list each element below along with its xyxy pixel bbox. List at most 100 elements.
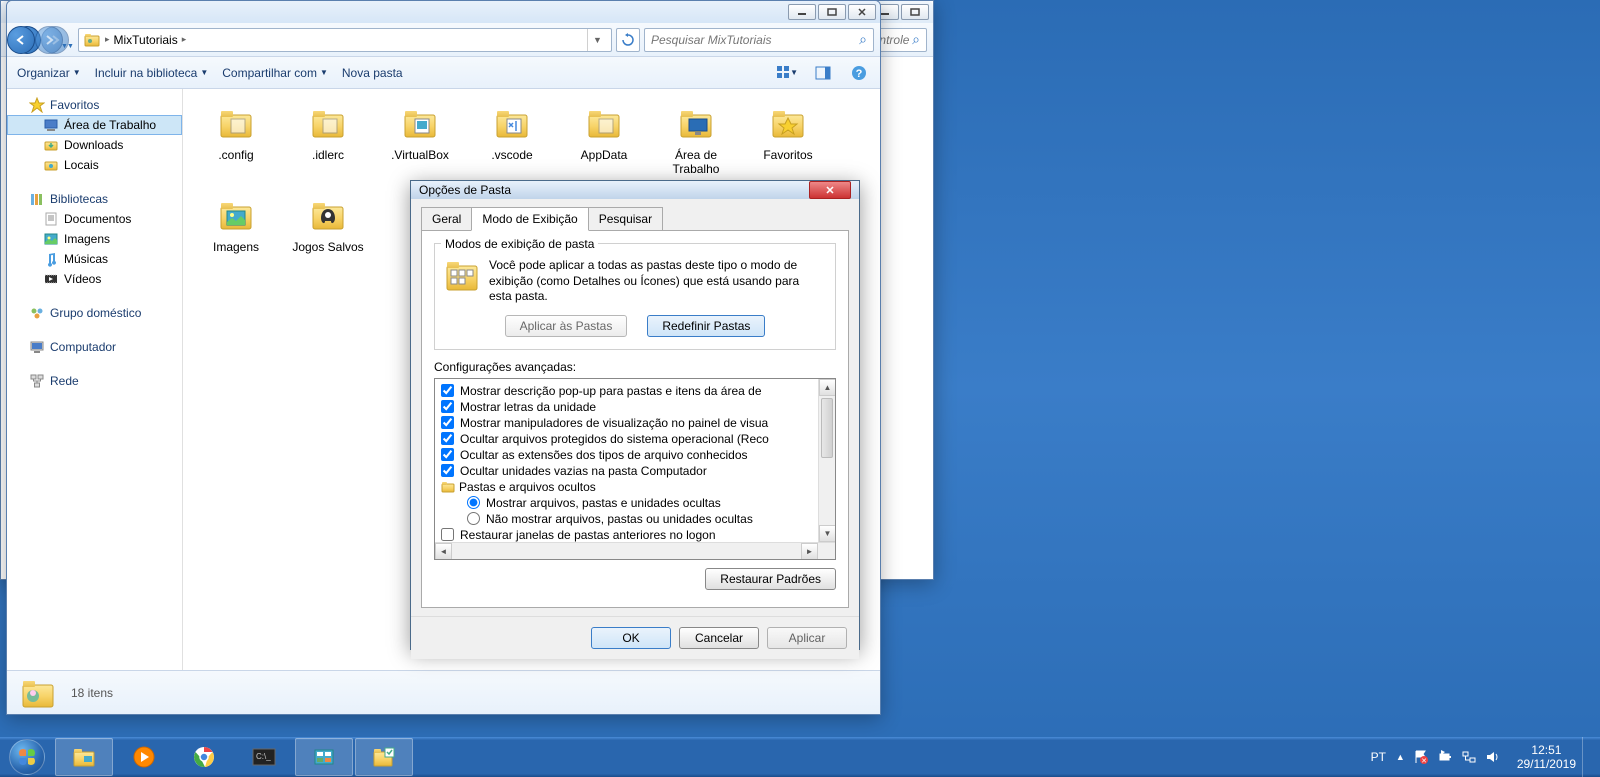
- advanced-setting-item[interactable]: Mostrar manipuladores de visualização no…: [441, 415, 829, 431]
- tab-panel: Modos de exibição de pasta Você pode apl…: [421, 230, 849, 608]
- file-item[interactable]: Imagens: [193, 191, 279, 277]
- file-item[interactable]: Jogos Salvos: [285, 191, 371, 277]
- sidebar-homegroup[interactable]: Grupo doméstico: [7, 303, 182, 323]
- organize-menu[interactable]: Organizar▼: [17, 66, 81, 80]
- refresh-button[interactable]: [616, 28, 640, 52]
- taskbar-folderoptions[interactable]: [355, 738, 413, 776]
- sidebar-network[interactable]: Rede: [7, 371, 182, 391]
- tab-pesquisar[interactable]: Pesquisar: [588, 207, 663, 230]
- cp-forward-button[interactable]: [35, 26, 63, 54]
- tray-arrow[interactable]: ▲: [1396, 752, 1405, 762]
- advanced-setting-item[interactable]: Não mostrar arquivos, pastas ou unidades…: [441, 511, 829, 527]
- setting-checkbox[interactable]: [441, 528, 454, 541]
- file-label: Favoritos: [763, 148, 812, 162]
- sidebar-item-desktop[interactable]: Área de Trabalho: [7, 115, 182, 135]
- setting-checkbox[interactable]: [441, 400, 454, 413]
- advanced-setting-item[interactable]: Mostrar descrição pop-up para pastas e i…: [441, 383, 829, 399]
- search-box[interactable]: ⌕: [644, 28, 874, 52]
- scroll-right-button[interactable]: ►: [801, 543, 818, 560]
- flag-icon[interactable]: ✕: [1413, 749, 1429, 765]
- network-icon[interactable]: [1461, 749, 1477, 765]
- sidebar-libraries-header[interactable]: Bibliotecas: [7, 189, 182, 209]
- advanced-setting-item[interactable]: Ocultar as extensões dos tipos de arquiv…: [441, 447, 829, 463]
- scroll-left-button[interactable]: ◄: [435, 543, 452, 560]
- search-input[interactable]: [651, 33, 859, 47]
- taskbar-chrome[interactable]: [175, 738, 233, 776]
- sidebar-item-documents[interactable]: Documentos: [7, 209, 182, 229]
- share-menu[interactable]: Compartilhar com▼: [222, 66, 328, 80]
- horizontal-scrollbar[interactable]: ◄ ►: [435, 542, 835, 559]
- tab-modo-exibicao[interactable]: Modo de Exibição: [471, 207, 588, 231]
- file-item[interactable]: .config: [193, 99, 279, 185]
- sidebar-item-downloads[interactable]: Downloads: [7, 135, 182, 155]
- setting-checkbox[interactable]: [441, 384, 454, 397]
- restore-defaults-button[interactable]: Restaurar Padrões: [705, 568, 836, 590]
- clock[interactable]: 12:51 29/11/2019: [1511, 743, 1582, 772]
- file-item[interactable]: .VirtualBox: [377, 99, 463, 185]
- advanced-setting-item[interactable]: Mostrar arquivos, pastas e unidades ocul…: [441, 495, 829, 511]
- show-desktop-button[interactable]: [1582, 737, 1594, 777]
- reset-folders-button[interactable]: Redefinir Pastas: [647, 315, 765, 337]
- sidebar-computer[interactable]: Computador: [7, 337, 182, 357]
- vertical-scrollbar[interactable]: ▲ ▼: [818, 379, 835, 542]
- file-item[interactable]: Favoritos: [745, 99, 831, 185]
- minimize-button[interactable]: [788, 4, 816, 20]
- file-item[interactable]: .vscode: [469, 99, 555, 185]
- ok-button[interactable]: OK: [591, 627, 671, 649]
- close-button[interactable]: [848, 4, 876, 20]
- power-icon[interactable]: [1437, 749, 1453, 765]
- dialog-titlebar: Opções de Pasta ✕: [411, 181, 859, 199]
- file-item[interactable]: Área de Trabalho: [653, 99, 739, 185]
- sidebar-item-music[interactable]: Músicas: [7, 249, 182, 269]
- advanced-setting-item[interactable]: Mostrar letras da unidade: [441, 399, 829, 415]
- advanced-setting-item[interactable]: Ocultar arquivos protegidos do sistema o…: [441, 431, 829, 447]
- volume-icon[interactable]: [1485, 749, 1501, 765]
- breadcrumb-folder[interactable]: MixTutoriais: [113, 33, 177, 47]
- taskbar-controlpanel[interactable]: [295, 738, 353, 776]
- maximize-button[interactable]: [818, 4, 846, 20]
- setting-checkbox[interactable]: [441, 432, 454, 445]
- cancel-button[interactable]: Cancelar: [679, 627, 759, 649]
- help-button[interactable]: ?: [848, 62, 870, 84]
- file-item[interactable]: AppData: [561, 99, 647, 185]
- advanced-setting-item[interactable]: Pastas e arquivos ocultos: [441, 479, 829, 495]
- sidebar-item-videos[interactable]: Vídeos: [7, 269, 182, 289]
- setting-radio[interactable]: [467, 496, 480, 509]
- scroll-down-button[interactable]: ▼: [819, 525, 836, 542]
- lang-indicator[interactable]: PT: [1371, 750, 1386, 764]
- file-item[interactable]: .idlerc: [285, 99, 371, 185]
- include-library-menu[interactable]: Incluir na biblioteca▼: [95, 66, 209, 80]
- setting-checkbox[interactable]: [441, 416, 454, 429]
- sidebar-item-places[interactable]: Locais: [7, 155, 182, 175]
- setting-checkbox[interactable]: [441, 464, 454, 477]
- dialog-close-button[interactable]: ✕: [809, 181, 851, 199]
- file-label: Área de Trabalho: [655, 148, 737, 177]
- sidebar-item-pictures[interactable]: Imagens: [7, 229, 182, 249]
- setting-checkbox[interactable]: [441, 448, 454, 461]
- taskbar-cmd[interactable]: C:\_: [235, 738, 293, 776]
- view-options-button[interactable]: ▼: [776, 62, 798, 84]
- tab-geral[interactable]: Geral: [421, 207, 472, 230]
- new-folder-button[interactable]: Nova pasta: [342, 66, 403, 80]
- apply-to-folders-button[interactable]: Aplicar às Pastas: [505, 315, 628, 337]
- scroll-up-button[interactable]: ▲: [819, 379, 836, 396]
- file-label: Jogos Salvos: [292, 240, 363, 254]
- user-folder-icon: [83, 31, 101, 49]
- status-item-count: 18 itens: [71, 686, 113, 700]
- advanced-settings-box: Mostrar descrição pop-up para pastas e i…: [434, 378, 836, 560]
- fieldset-legend: Modos de exibição de pasta: [441, 237, 598, 251]
- start-button[interactable]: [0, 737, 54, 777]
- breadcrumb-dropdown[interactable]: ▼: [587, 29, 607, 51]
- svg-text:✕: ✕: [1421, 758, 1427, 765]
- taskbar-mediaplayer[interactable]: [115, 738, 173, 776]
- setting-radio[interactable]: [467, 512, 480, 525]
- taskbar-explorer[interactable]: [55, 738, 113, 776]
- sidebar-favorites-header[interactable]: Favoritos: [7, 95, 182, 115]
- breadcrumb[interactable]: ▸ MixTutoriais ▸ ▼: [78, 28, 612, 52]
- advanced-setting-item[interactable]: Ocultar unidades vazias na pasta Computa…: [441, 463, 829, 479]
- apply-button[interactable]: Aplicar: [767, 627, 847, 649]
- cp-maximize-button[interactable]: [901, 4, 929, 20]
- cp-back-button[interactable]: [7, 26, 35, 54]
- advanced-setting-item[interactable]: Restaurar janelas de pastas anteriores n…: [441, 527, 829, 543]
- preview-pane-button[interactable]: [812, 62, 834, 84]
